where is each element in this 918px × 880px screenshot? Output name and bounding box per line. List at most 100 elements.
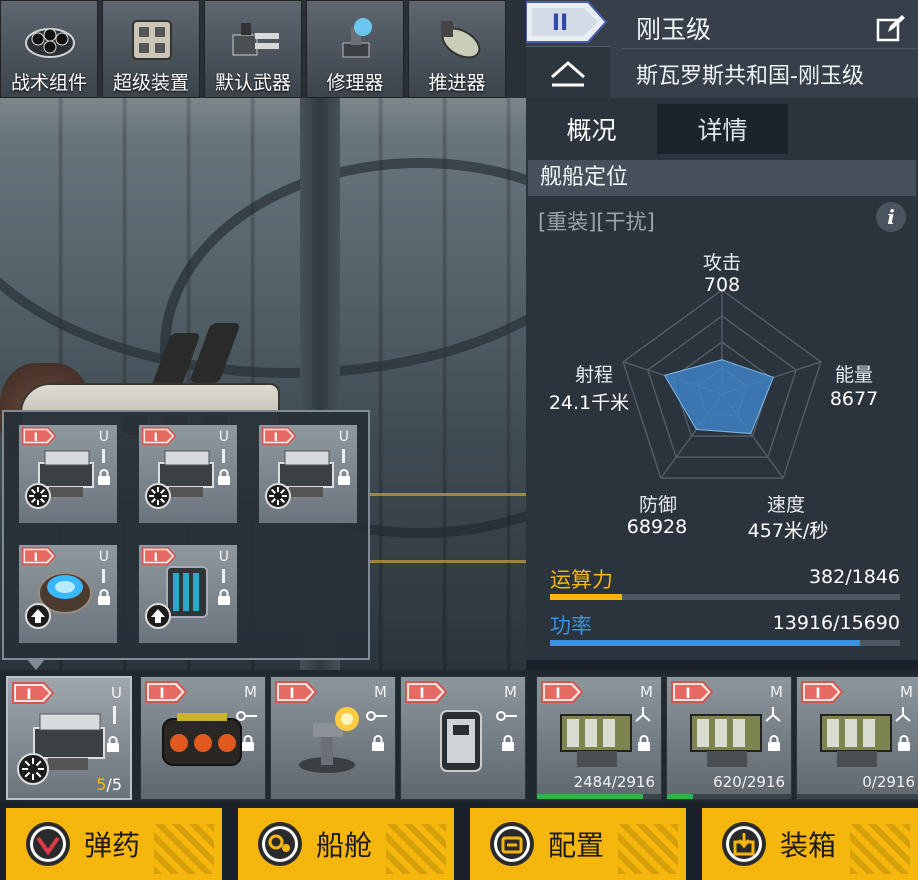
- button-deco: [850, 824, 910, 874]
- tactical-component-icon: [25, 28, 75, 58]
- module-art: [287, 703, 377, 777]
- tool-default-weapon[interactable]: 默认武器: [204, 0, 302, 98]
- stat-label-energy: 能量: [834, 364, 873, 386]
- stat-label-speed: 速度: [766, 494, 805, 516]
- ammo-label: 弹药: [84, 829, 141, 862]
- power-value: 13916/15690: [772, 612, 900, 634]
- tool-repairer[interactable]: 修理器: [306, 0, 404, 98]
- module-slot[interactable]: I M 2484/2916: [536, 676, 662, 800]
- tier-badge: I: [801, 681, 844, 703]
- popup-module-card[interactable]: I U: [18, 424, 118, 524]
- slot-type: M: [900, 683, 913, 701]
- tier-text: I: [159, 686, 164, 702]
- popup-module-card[interactable]: I U: [18, 544, 118, 644]
- section-title: 舰船定位: [528, 160, 916, 196]
- module-slot[interactable]: I M: [400, 676, 526, 800]
- ammo-track: [667, 794, 791, 799]
- tier-text: I: [34, 430, 38, 444]
- tab-overview[interactable]: 概况: [526, 104, 657, 154]
- edit-icon[interactable]: [876, 14, 906, 44]
- thruster-icon: [441, 21, 481, 59]
- ship-overview-panel: 概况 详情 舰船定位 [重装][干扰] i 攻击 708 能量 8677 射程 …: [526, 98, 918, 660]
- upgrade-arrow-icon: [25, 603, 51, 629]
- config-button[interactable]: 配置: [470, 808, 686, 880]
- module-art: [683, 703, 773, 777]
- info-icon[interactable]: i: [876, 202, 906, 232]
- ammo-fill: [667, 794, 694, 799]
- tier-text: I: [685, 686, 690, 702]
- slot-marker: [222, 569, 225, 583]
- ammo-track: [797, 794, 918, 799]
- starburst-icon: [16, 752, 50, 790]
- module-slot[interactable]: I M: [140, 676, 266, 800]
- header-divider: [622, 48, 918, 49]
- ammo-fill: [537, 794, 643, 799]
- hangar-light-strip: [360, 560, 526, 563]
- module-art: [553, 703, 643, 777]
- popup-module-card[interactable]: I U: [258, 424, 358, 524]
- tool-label: 默认武器: [214, 72, 291, 94]
- module-art: [417, 703, 507, 777]
- upgrade-arrow-icon: [145, 603, 175, 637]
- upgrade-arrow-icon: [145, 603, 171, 629]
- tier-text: I: [154, 550, 158, 564]
- ammo-button[interactable]: 弹药: [6, 808, 222, 880]
- slot-marker: [222, 449, 225, 463]
- config-icon: [490, 822, 534, 866]
- packing-icon: [722, 822, 766, 866]
- tool-label: 超级装置: [112, 72, 189, 94]
- compute-value: 382/1846: [808, 566, 900, 588]
- popup-pointer: [26, 658, 46, 670]
- tool-tactical-component[interactable]: 战术组件: [0, 0, 98, 98]
- tier-badge: I: [12, 682, 55, 704]
- tab-details[interactable]: 详情: [657, 104, 788, 154]
- tier-badge: I: [405, 681, 448, 703]
- tool-thruster[interactable]: 推进器: [408, 0, 506, 98]
- count-current: 5: [96, 775, 107, 794]
- tier-badge: I: [541, 681, 584, 703]
- collapse-button[interactable]: [526, 46, 610, 98]
- compute-track: [550, 594, 900, 600]
- cabin-icon: [258, 822, 302, 866]
- popup-module-card[interactable]: I U: [138, 544, 238, 644]
- slot-type: M: [640, 683, 653, 701]
- repairer-icon: [342, 18, 372, 58]
- module-slot[interactable]: I M 0/2916: [796, 676, 918, 800]
- slot-type: M: [244, 683, 257, 701]
- equipment-toolbar: 战术组件 超级装置 默认武器 修理器 推进器: [0, 0, 526, 98]
- tier-text: I: [815, 686, 820, 702]
- slot-type: U: [111, 684, 122, 702]
- config-label: 配置: [548, 829, 605, 862]
- tier-badge: II: [526, 1, 608, 43]
- module-slot[interactable]: I M: [270, 676, 396, 800]
- tier-text: II: [552, 11, 568, 36]
- tool-super-device[interactable]: 超级装置: [102, 0, 200, 98]
- ship-class-name: 刚玉级: [636, 15, 712, 44]
- super-device-icon: [132, 20, 172, 60]
- ammo-count: 2484/2916: [573, 773, 655, 791]
- ammo-track: [537, 794, 661, 799]
- module-popup: I U I U I U I U I U: [2, 410, 370, 660]
- cabin-button[interactable]: 船舱: [238, 808, 454, 880]
- module-slot[interactable]: I M 620/2916: [666, 676, 792, 800]
- action-bar: 弹药 船舱 配置 装箱: [0, 804, 918, 880]
- slot-type: M: [504, 683, 517, 701]
- tier-badge: I: [671, 681, 714, 703]
- tier-text: I: [274, 430, 278, 444]
- slot-marker: [102, 569, 105, 583]
- stat-label-range: 射程: [574, 364, 613, 386]
- tier-badge: I: [145, 681, 188, 703]
- popup-module-card[interactable]: I U: [138, 424, 238, 524]
- tab-bar: 概况 详情: [526, 104, 788, 154]
- compute-label: 运算力: [550, 568, 613, 592]
- compute-fill: [550, 594, 623, 600]
- tab-bar-filler: [788, 104, 918, 154]
- packing-button[interactable]: 装箱: [702, 808, 918, 880]
- stat-value-speed: 457米/秒: [747, 520, 829, 542]
- module-slot[interactable]: I U 5/5: [6, 676, 132, 800]
- stat-label-defense: 防御: [638, 494, 677, 516]
- stat-value-defense: 68928: [626, 516, 688, 538]
- starburst-icon: [265, 483, 295, 517]
- starburst-icon: [25, 483, 51, 509]
- cabin-label: 船舱: [316, 829, 373, 862]
